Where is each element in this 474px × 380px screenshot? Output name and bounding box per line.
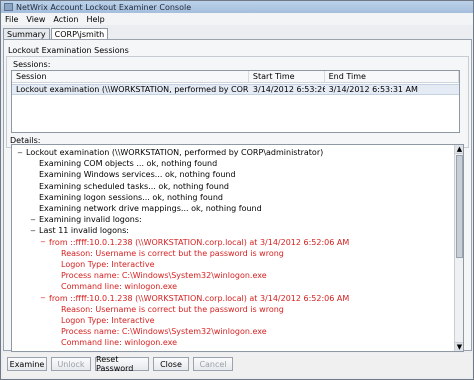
tree-row-text: Process name: C:\Windows\System32\winlog… <box>61 271 267 281</box>
collapse-icon[interactable]: − <box>30 227 36 235</box>
tree-row-text: Last 11 invalid logons: <box>39 226 129 236</box>
tree-row[interactable]: − Lockout examination (\\WORKSTATION, per… <box>17 147 323 158</box>
tree-row[interactable]: Command line: winlogon.exe <box>52 337 177 348</box>
tree-row-text: Logon Type: Interactive <box>61 260 155 269</box>
menu-view[interactable]: View <box>22 15 49 24</box>
sessions-label: Sessions: <box>13 60 51 69</box>
tree-row-text: Process name: C:\Windows\System32\winlog… <box>61 327 267 337</box>
sessions-table: Session Start Time End Time Lockout exam… <box>11 70 460 133</box>
tree-row[interactable]: Reason: Username is correct but the pass… <box>52 304 284 315</box>
scroll-down-icon[interactable]: ▼ <box>455 342 463 351</box>
tree-row-text: Examining Windows services... ok, nothin… <box>39 170 236 180</box>
tab-strip: Summary CORP\jsmith <box>3 28 109 39</box>
tree-row[interactable]: −from ::ffff:10.0.1.238 (\\WORKSTATION.c… <box>40 293 349 304</box>
tree-row-text: Lockout examination (\\WORKSTATION, perf… <box>26 148 324 157</box>
tree-row-text: Reason: Username is correct but the pass… <box>61 248 284 258</box>
tree-row-text: Examining network drive mappings... ok, … <box>39 204 262 213</box>
tree-row[interactable]: − Last 11 invalid logons: <box>30 225 129 236</box>
table-header: Session Start Time End Time <box>12 71 459 83</box>
cancel-button[interactable]: Cancel <box>193 357 233 371</box>
tree-row[interactable]: Logon Type: Interactive <box>52 315 155 326</box>
tree-row[interactable]: −from ::ffff:10.0.1.238 (\\WORKSTATION.c… <box>40 237 349 248</box>
button-bar: Examine Unlock Reset Password Close Canc… <box>3 353 472 377</box>
tree-row-text: Examining logon sessions... ok, nothing … <box>39 192 223 202</box>
section-title: Lockout Examination Sessions <box>8 46 129 55</box>
cell-end-time: 3/14/2012 6:53:31 AM <box>328 85 418 94</box>
tab-user-jsmith[interactable]: CORP\jsmith <box>50 28 109 39</box>
close-button[interactable]: Close <box>153 357 189 371</box>
tree-row-text: Examining COM objects ... ok, nothing fo… <box>39 159 218 169</box>
tree-row[interactable]: −from ::ffff:10.0.1.238 (\\WORKSTATION.c… <box>40 349 349 351</box>
collapse-icon[interactable]: − <box>40 350 46 351</box>
tree-row-text: Logon Type: Interactive <box>61 316 155 325</box>
cell-session: Lockout examination (\\WORKSTATION, perf… <box>16 85 249 94</box>
window-title: NetWrix Account Lockout Examiner Console <box>16 2 192 12</box>
tree-row-text: Examining invalid logons: <box>39 215 142 225</box>
menu-action[interactable]: Action <box>49 15 82 24</box>
scrollbar-thumb[interactable] <box>456 155 463 258</box>
tree-row[interactable]: Logon Type: Interactive <box>52 259 155 270</box>
tree-row[interactable]: Examining scheduled tasks... ok, nothing… <box>30 181 229 192</box>
examine-button[interactable]: Examine <box>7 357 47 371</box>
menu-file[interactable]: File <box>1 15 22 24</box>
unlock-button[interactable]: Unlock <box>51 357 91 371</box>
tree-row-text: from ::ffff:10.0.1.238 (\\WORKSTATION.co… <box>49 237 350 247</box>
tree-row[interactable]: Examining network drive mappings... ok, … <box>30 203 262 214</box>
scroll-up-icon[interactable]: ▲ <box>455 145 463 154</box>
tree-row-text: from ::ffff:10.0.1.238 (\\WORKSTATION.co… <box>49 350 349 351</box>
table-row[interactable]: Lockout examination (\\WORKSTATION, perf… <box>12 84 459 95</box>
title-bar[interactable]: NetWrix Account Lockout Examiner Console <box>1 1 473 13</box>
tree-row[interactable]: Reason: Username is correct but the pass… <box>52 248 284 259</box>
collapse-icon[interactable]: − <box>40 238 46 246</box>
details-tree: ▲ ▼ − Lockout examination (\\WORKSTATION,… <box>11 144 464 352</box>
tree-row-text: Reason: Username is correct but the pass… <box>61 304 284 314</box>
cell-start-time: 3/14/2012 6:53:26 AM <box>252 85 325 94</box>
tree-row[interactable]: Examining logon sessions... ok, nothing … <box>30 192 223 203</box>
tree-row[interactable]: Command line: winlogon.exe <box>52 281 177 292</box>
tab-summary[interactable]: Summary <box>3 28 50 39</box>
tree-row[interactable]: Examining Windows services... ok, nothin… <box>30 169 236 180</box>
tree-row[interactable]: Examining COM objects ... ok, nothing fo… <box>30 158 217 169</box>
tree-row-text: Command line: winlogon.exe <box>61 282 178 292</box>
collapse-icon[interactable]: − <box>40 294 46 302</box>
column-header-start-time[interactable]: Start Time <box>249 71 325 82</box>
column-header-end-time[interactable]: End Time <box>325 71 459 82</box>
app-icon <box>4 3 13 11</box>
tree-row-text: Command line: winlogon.exe <box>61 338 178 348</box>
collapse-icon[interactable]: − <box>30 216 36 224</box>
tree-row[interactable]: Process name: C:\Windows\System32\winlog… <box>52 326 267 337</box>
tree-row[interactable]: Process name: C:\Windows\System32\winlog… <box>52 270 267 281</box>
tree-row[interactable]: − Examining invalid logons: <box>30 214 142 225</box>
application-window: NetWrix Account Lockout Examiner Console… <box>0 0 474 380</box>
tree-row-text: from ::ffff:10.0.1.238 (\\WORKSTATION.co… <box>49 293 350 303</box>
menu-bar: File View Action Help <box>1 13 473 25</box>
menu-help[interactable]: Help <box>82 15 108 24</box>
tab-panel: Lockout Examination Sessions Sessions: S… <box>3 39 472 352</box>
vertical-scrollbar[interactable]: ▲ ▼ <box>454 145 463 351</box>
column-header-session[interactable]: Session <box>12 71 249 82</box>
reset-password-button[interactable]: Reset Password <box>95 355 149 373</box>
collapse-icon[interactable]: − <box>17 149 23 157</box>
tree-row-text: Examining scheduled tasks... ok, nothing… <box>39 181 229 191</box>
